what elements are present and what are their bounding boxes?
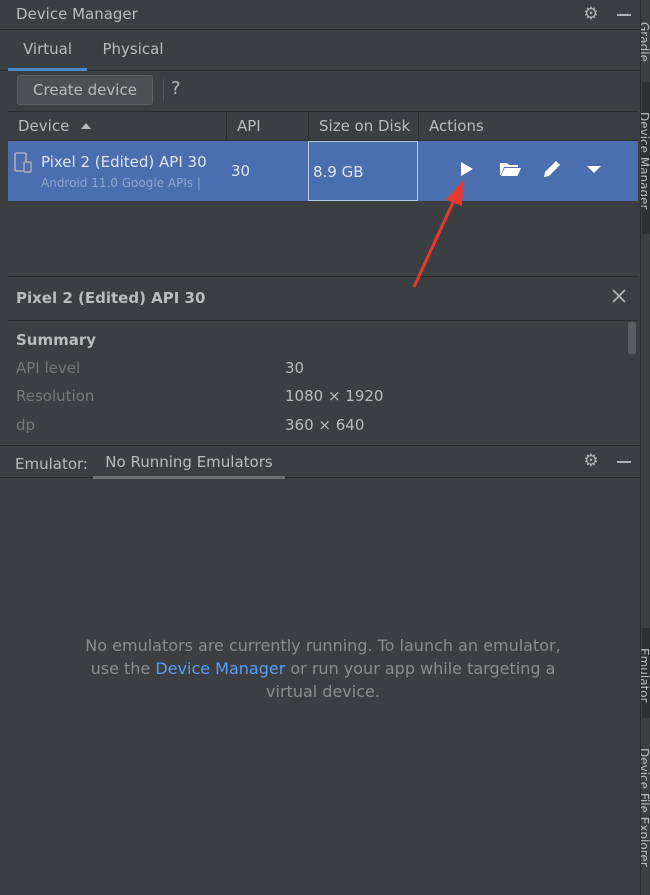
device-manager-link[interactable]: Device Manager (155, 659, 285, 678)
sort-ascending-icon (81, 123, 92, 129)
detail-key: API level (16, 359, 81, 377)
divider (8, 320, 638, 321)
phone-icon (14, 152, 32, 173)
column-header-actions: Actions (429, 117, 484, 135)
pencil-icon[interactable] (540, 157, 564, 181)
dropdown-arrow-icon[interactable] (582, 157, 606, 181)
minimize-icon[interactable] (614, 4, 634, 24)
tool-window-header: Device Manager ⚙ (0, 0, 640, 30)
create-device-button[interactable]: Create device (17, 75, 153, 105)
detail-key: Resolution (16, 387, 95, 405)
detail-value: 30 (285, 359, 305, 377)
tab-physical[interactable]: Physical (92, 31, 174, 71)
close-icon[interactable] (612, 289, 626, 303)
empty-state-message: No emulators are currently running. To l… (80, 634, 566, 703)
right-tool-strip: Gradle Device Manager Emulator Device Fi… (640, 0, 650, 895)
device-subtitle: Android 11.0 Google APIs | (41, 176, 201, 190)
empty-text-after: or run your app while targeting a virtua… (266, 659, 556, 701)
gear-icon[interactable]: ⚙ (581, 451, 601, 471)
side-tab-emulator[interactable]: Emulator (641, 648, 650, 708)
device-table-header: Device API Size on Disk Actions (8, 111, 638, 141)
toolbar-divider (163, 79, 164, 101)
details-title: Pixel 2 (Edited) API 30 (16, 289, 206, 307)
detail-value: 1080 × 1920 (285, 387, 384, 405)
side-tab-gradle[interactable]: Gradle (641, 22, 650, 72)
emulator-label: Emulator: (15, 455, 88, 473)
gear-icon[interactable]: ⚙ (581, 4, 601, 24)
device-details-panel: Pixel 2 (Edited) API 30 Summary API leve… (8, 276, 638, 442)
column-header-device[interactable]: Device (8, 112, 227, 141)
detail-value: 360 × 640 (285, 416, 365, 434)
device-size: 8.9 GB (313, 163, 364, 181)
detail-key: dp (16, 416, 36, 434)
device-name: Pixel 2 (Edited) API 30 (41, 153, 207, 171)
device-tabs: Virtual Physical (0, 31, 640, 71)
minimize-icon[interactable] (614, 451, 634, 471)
column-header-api[interactable]: API (227, 112, 309, 141)
help-icon[interactable]: ? (171, 78, 181, 99)
folder-icon[interactable] (498, 157, 522, 181)
column-label-device: Device (18, 117, 70, 135)
size-cell: 8.9 GB (308, 141, 418, 201)
side-tab-device-file-explorer[interactable]: Device File Explorer (641, 748, 650, 888)
emulator-header: Emulator: No Running Emulators ⚙ (0, 445, 640, 479)
toolbar: Create device ? (0, 71, 640, 111)
tool-window-title: Device Manager (16, 5, 138, 23)
scrollbar[interactable] (628, 322, 636, 354)
tab-no-running-emulators[interactable]: No Running Emulators (93, 446, 285, 479)
table-row[interactable]: Pixel 2 (Edited) API 30 Android 11.0 Goo… (8, 141, 638, 201)
device-api: 30 (231, 162, 251, 180)
side-tab-device-manager[interactable]: Device Manager (641, 112, 650, 222)
column-header-size[interactable]: Size on Disk (309, 112, 419, 141)
tab-virtual[interactable]: Virtual (8, 31, 87, 71)
play-icon[interactable] (454, 157, 478, 181)
summary-heading: Summary (16, 331, 97, 349)
